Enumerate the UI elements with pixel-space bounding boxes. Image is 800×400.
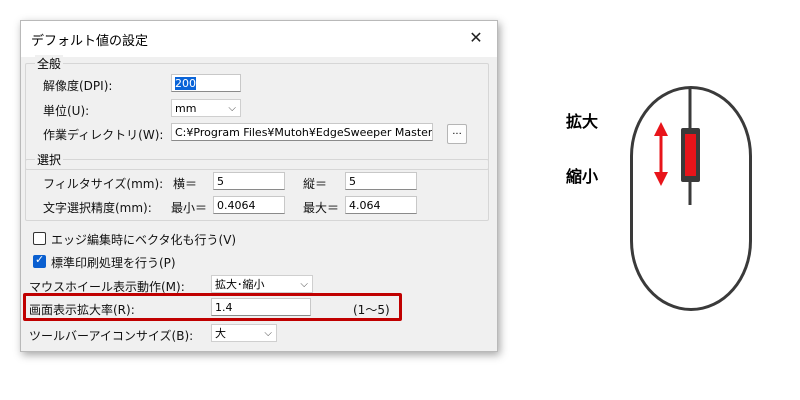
scroll-arrow-down	[654, 172, 668, 186]
scroll-wheel	[685, 134, 696, 176]
mouse-wheel-icon	[654, 88, 700, 205]
scroll-arrow-up	[654, 122, 668, 136]
